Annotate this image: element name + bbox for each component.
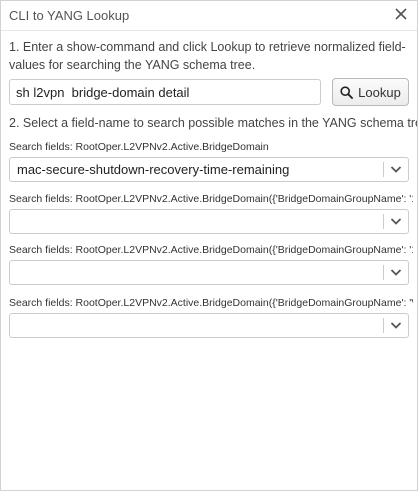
step1-instruction: 1. Enter a show-command and click Lookup… <box>9 40 406 72</box>
select-divider <box>383 265 384 280</box>
field-name-select[interactable] <box>9 260 409 285</box>
dialog-title: CLI to YANG Lookup <box>9 8 130 23</box>
select-divider <box>383 162 384 177</box>
field-name-select[interactable] <box>9 209 409 234</box>
close-icon[interactable] <box>393 6 409 22</box>
show-command-input[interactable] <box>9 79 321 105</box>
field-name-select[interactable]: mac-secure-shutdown-recovery-time-remain… <box>9 157 409 182</box>
chevron-down-icon[interactable] <box>390 268 402 277</box>
step2-instruction: 2. Select a field-name to search possibl… <box>9 116 418 130</box>
select-value: mac-secure-shutdown-recovery-time-remain… <box>17 162 290 177</box>
lookup-button[interactable]: Lookup <box>332 78 409 106</box>
select-divider <box>383 214 384 229</box>
chevron-down-icon[interactable] <box>390 321 402 330</box>
search-fields-label: Search fields: RootOper.L2VPNv2.Active.B… <box>9 141 269 153</box>
field-name-select[interactable] <box>9 313 409 338</box>
lookup-button-label: Lookup <box>358 84 401 100</box>
chevron-down-icon[interactable] <box>390 217 402 226</box>
cli-to-yang-lookup-dialog: CLI to YANG Lookup 1. Enter a show-comma… <box>0 0 418 491</box>
chevron-down-icon[interactable] <box>390 165 402 174</box>
search-fields-label: Search fields: RootOper.L2VPNv2.Active.B… <box>9 297 413 309</box>
search-icon <box>340 85 354 99</box>
search-fields-label: Search fields: RootOper.L2VPNv2.Active.B… <box>9 193 413 205</box>
select-divider <box>383 318 384 333</box>
dialog-titlebar: CLI to YANG Lookup <box>1 1 417 31</box>
search-fields-label: Search fields: RootOper.L2VPNv2.Active.B… <box>9 244 413 256</box>
